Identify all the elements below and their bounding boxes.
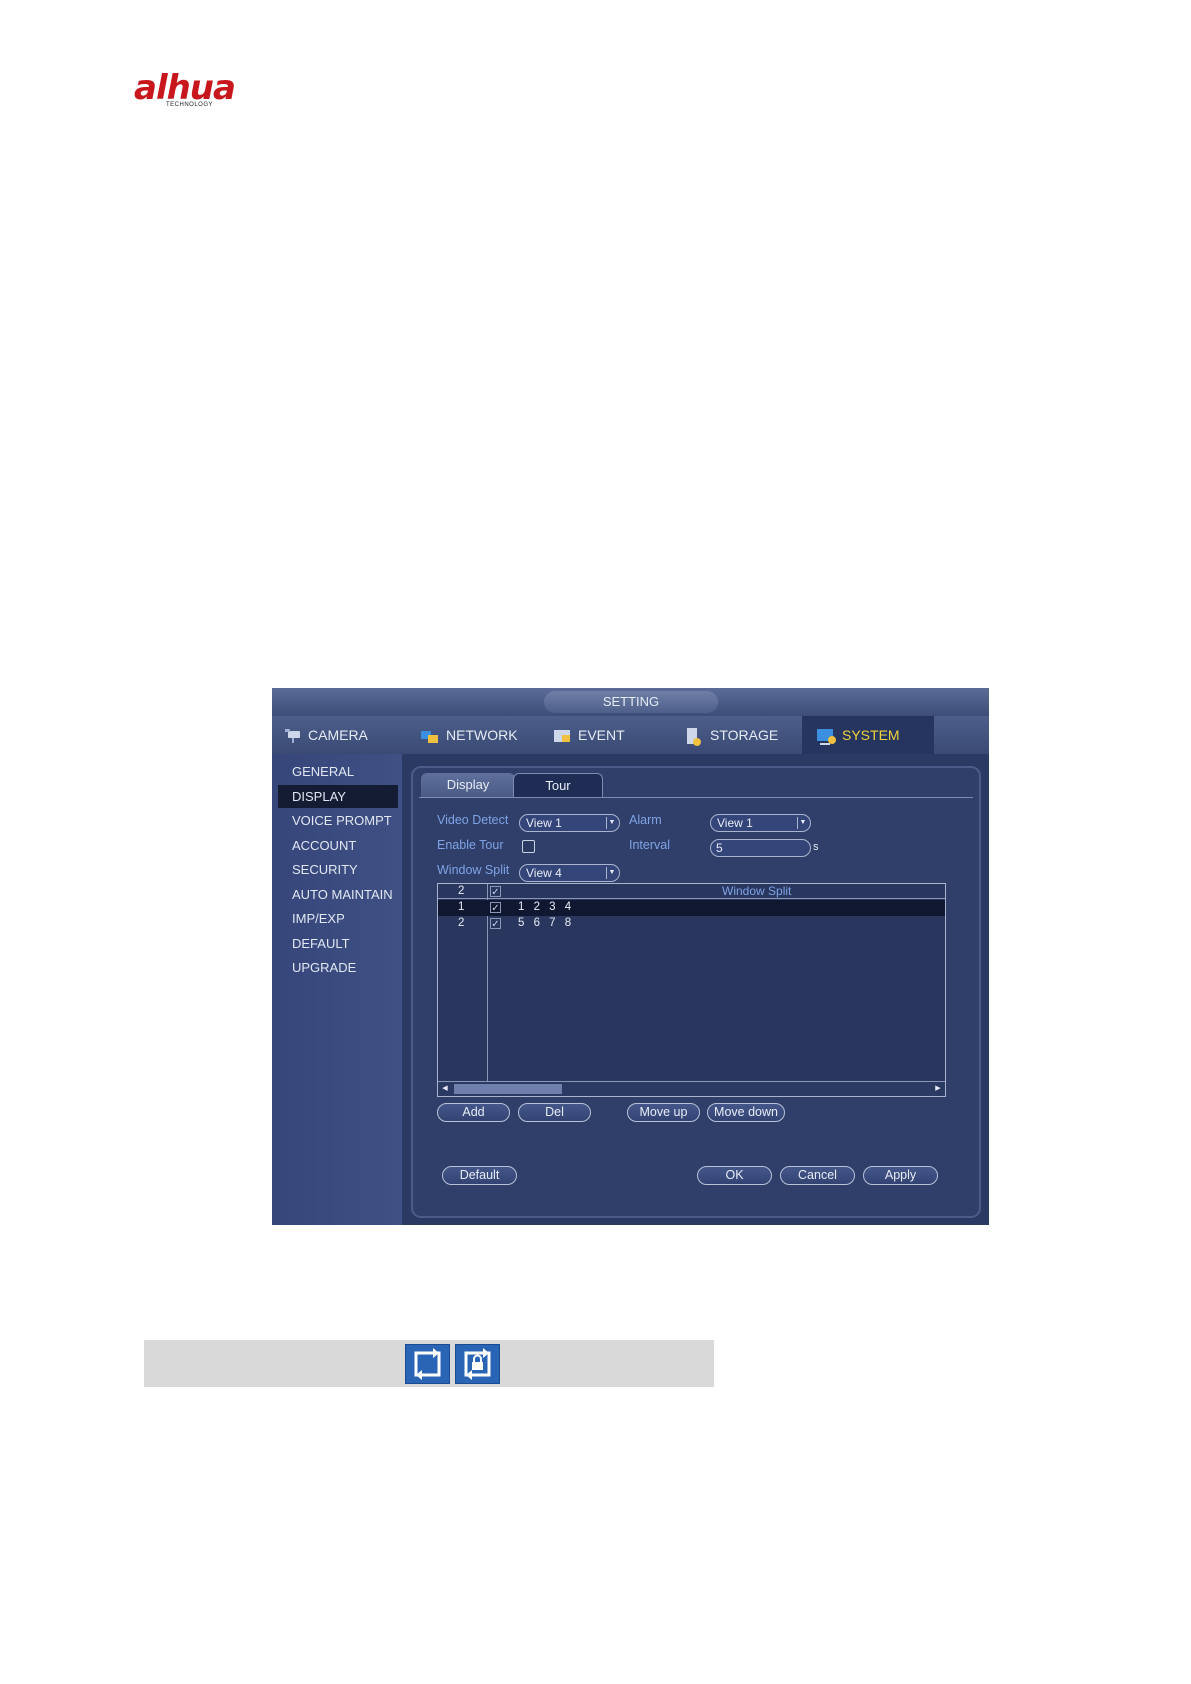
- row-num: 1: [458, 901, 465, 913]
- window-split-value: View 4: [526, 866, 562, 880]
- apply-button[interactable]: Apply: [863, 1166, 938, 1185]
- sidebar-item-default[interactable]: DEFAULT: [278, 932, 398, 955]
- sidebar-item-voice-prompt[interactable]: VOICE PROMPT: [278, 809, 398, 832]
- sidebar-item-account[interactable]: ACCOUNT: [278, 834, 398, 857]
- row-channels: 5 6 7 8: [518, 917, 572, 929]
- storage-icon: [684, 727, 704, 746]
- alarm-select[interactable]: View 1 ▼: [710, 814, 811, 832]
- window-split-label: Window Split: [437, 863, 510, 877]
- add-button[interactable]: Add: [437, 1103, 510, 1122]
- tab-camera-label: CAMERA: [308, 727, 368, 743]
- tab-event[interactable]: EVENT: [552, 716, 662, 754]
- chevron-down-icon: ▼: [606, 867, 617, 879]
- chevron-down-icon: ▼: [606, 817, 617, 829]
- interval-label: Interval: [629, 838, 670, 852]
- alarm-value: View 1: [717, 816, 753, 830]
- row-check-icon[interactable]: ✓: [490, 902, 501, 914]
- logo-subtext: TECHNOLOGY: [166, 102, 214, 108]
- row-num: 2: [458, 917, 465, 929]
- sidebar-item-display[interactable]: DISPLAY: [278, 785, 398, 808]
- header-title: Window Split: [722, 884, 792, 898]
- ok-button[interactable]: OK: [697, 1166, 772, 1185]
- alarm-label: Alarm: [629, 813, 662, 827]
- sidebar-item-upgrade[interactable]: UPGRADE: [278, 956, 398, 979]
- video-detect-label: Video Detect: [437, 813, 509, 827]
- interval-input[interactable]: 5: [710, 839, 811, 857]
- window-title: SETTING: [544, 691, 718, 713]
- tour-lock-icon: [455, 1344, 500, 1384]
- tab-event-label: EVENT: [578, 727, 625, 743]
- del-button[interactable]: Del: [518, 1103, 591, 1122]
- chevron-down-icon: ▼: [797, 817, 808, 829]
- network-icon: [420, 727, 440, 743]
- tour-list[interactable]: 2 ✓ Window Split 1 ✓ 1 2 3 4 2 ✓ 5 6 7 8…: [437, 883, 946, 1097]
- title-bar: SETTING: [272, 688, 989, 716]
- tab-display[interactable]: Display: [421, 773, 515, 797]
- move-up-button[interactable]: Move up: [627, 1103, 700, 1122]
- main-tab-bar: CAMERA NETWORK EVENT STORAGE SYSTEM: [272, 716, 989, 754]
- sidebar-item-imp-exp[interactable]: IMP/EXP: [278, 907, 398, 930]
- event-icon: [552, 727, 572, 743]
- tab-storage-label: STORAGE: [710, 727, 779, 743]
- settings-window: SETTING CAMERA NETWORK EVENT STORAGE SYS…: [272, 688, 989, 1225]
- scroll-left-icon[interactable]: ◀: [439, 1083, 451, 1095]
- interval-unit: s: [813, 841, 819, 853]
- interval-value: 5: [716, 841, 723, 855]
- tab-network-label: NETWORK: [446, 727, 518, 743]
- header-count: 2: [458, 885, 465, 897]
- enable-tour-checkbox[interactable]: [522, 840, 535, 853]
- tour-panel: Display Tour Video Detect View 1 ▼ Alarm…: [411, 766, 981, 1218]
- dahua-logo: alhua TECHNOLOGY: [134, 68, 254, 112]
- default-button[interactable]: Default: [442, 1166, 517, 1185]
- sidebar-item-auto-maintain[interactable]: AUTO MAINTAIN: [278, 883, 398, 906]
- tour-start-icon: [405, 1344, 450, 1384]
- enable-tour-label: Enable Tour: [437, 838, 504, 852]
- system-icon: [816, 727, 836, 745]
- cancel-button[interactable]: Cancel: [780, 1166, 855, 1185]
- table-row[interactable]: 1 ✓ 1 2 3 4: [438, 900, 945, 916]
- sidebar-item-general[interactable]: GENERAL: [278, 760, 398, 783]
- tab-camera[interactable]: CAMERA: [282, 716, 402, 754]
- header-check-icon[interactable]: ✓: [490, 886, 501, 898]
- scroll-thumb[interactable]: [454, 1084, 562, 1094]
- note-bar: [144, 1340, 714, 1387]
- tab-storage[interactable]: STORAGE: [684, 716, 804, 754]
- sidebar-item-security[interactable]: SECURITY: [278, 858, 398, 881]
- table-header: 2 ✓ Window Split: [438, 884, 945, 900]
- tab-system[interactable]: SYSTEM: [802, 716, 934, 754]
- camera-icon: [282, 727, 302, 743]
- row-channels: 1 2 3 4: [518, 901, 572, 913]
- table-row[interactable]: 2 ✓ 5 6 7 8: [438, 916, 945, 932]
- window-split-select[interactable]: View 4 ▼: [519, 864, 620, 882]
- subtab-divider: [419, 797, 973, 798]
- tab-network[interactable]: NETWORK: [420, 716, 540, 754]
- scroll-right-icon[interactable]: ▶: [932, 1083, 944, 1095]
- video-detect-select[interactable]: View 1 ▼: [519, 814, 620, 832]
- video-detect-value: View 1: [526, 816, 562, 830]
- sidebar: GENERAL DISPLAY VOICE PROMPT ACCOUNT SEC…: [272, 754, 402, 1225]
- row-check-icon[interactable]: ✓: [490, 918, 501, 930]
- horizontal-scrollbar[interactable]: ◀ ▶: [438, 1081, 945, 1096]
- tab-system-label: SYSTEM: [842, 727, 900, 743]
- tab-tour[interactable]: Tour: [513, 773, 603, 798]
- move-down-button[interactable]: Move down: [707, 1103, 785, 1122]
